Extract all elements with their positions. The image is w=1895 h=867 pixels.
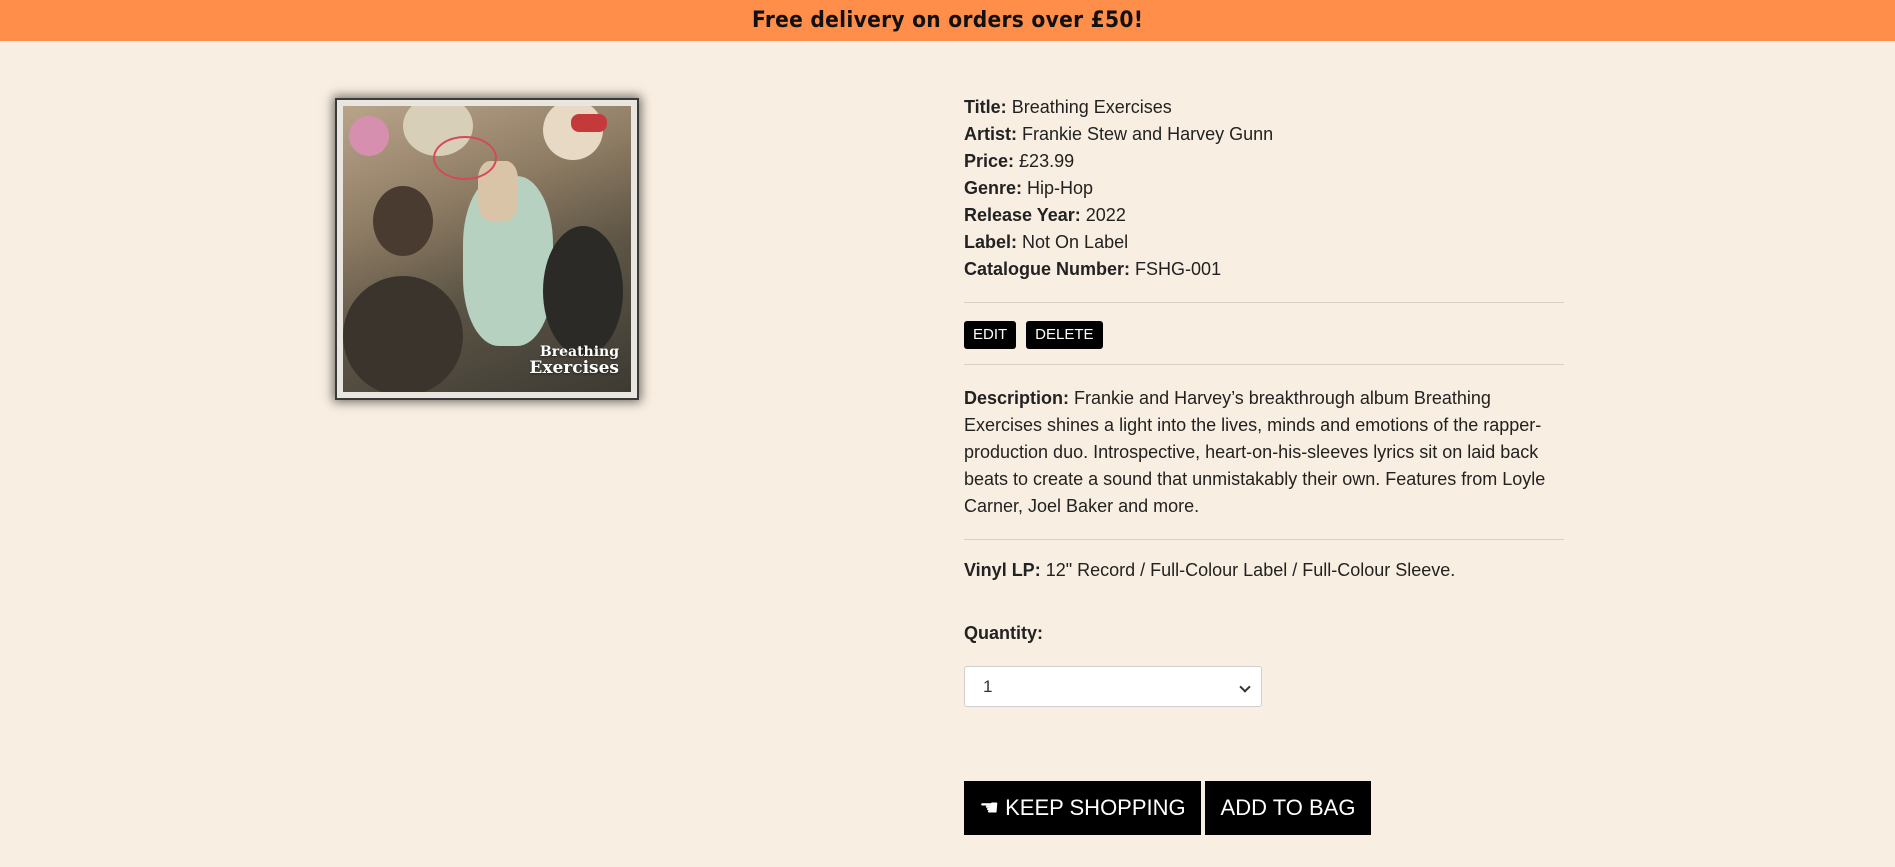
quantity-select[interactable]: 1 (964, 666, 1262, 707)
field-title-label: Title: (964, 97, 1007, 117)
field-artist-value: Frankie Stew and Harvey Gunn (1022, 124, 1274, 144)
add-to-bag-label: ADD TO BAG (1220, 795, 1356, 820)
description-label: Description: (964, 388, 1070, 408)
product-format: Vinyl LP: 12" Record / Full-Colour Label… (964, 557, 1564, 584)
field-genre-label: Genre: (964, 178, 1023, 198)
divider (964, 302, 1564, 303)
divider (964, 539, 1564, 540)
field-label-label: Label: (964, 232, 1018, 252)
field-price: Price: £23.99 (964, 148, 1564, 175)
field-artist-label: Artist: (964, 124, 1017, 144)
admin-actions: EDIT DELETE (964, 320, 1564, 349)
field-label-value: Not On Label (1022, 232, 1129, 252)
field-catalogue-number-value: FSHG-001 (1135, 259, 1222, 279)
quantity-label: Quantity: (964, 623, 1043, 643)
field-genre-value: Hip-Hop (1027, 178, 1094, 198)
quantity-select-value: 1 (983, 676, 993, 696)
field-release-year: Release Year: 2022 (964, 202, 1564, 229)
field-label: Label: Not On Label (964, 229, 1564, 256)
field-price-value: £23.99 (1019, 151, 1075, 171)
delivery-banner: Free delivery on orders over £50! (0, 0, 1895, 41)
field-catalogue-number-label: Catalogue Number: (964, 259, 1131, 279)
delivery-banner-text: Free delivery on orders over £50! (751, 8, 1144, 33)
format-label: Vinyl LP: (964, 560, 1041, 580)
pointing-hand-icon: ☚ (979, 795, 1000, 820)
album-cover-image: Breathing Exercises (337, 100, 637, 398)
keep-shopping-button[interactable]: ☚ KEEP SHOPPING (964, 781, 1201, 835)
add-to-bag-button[interactable]: ADD TO BAG (1205, 781, 1371, 835)
field-artist: Artist: Frankie Stew and Harvey Gunn (964, 121, 1564, 148)
product-description: Description: Frankie and Harvey’s breakt… (964, 385, 1564, 520)
field-price-label: Price: (964, 151, 1015, 171)
field-title-value: Breathing Exercises (1011, 97, 1172, 117)
divider (964, 364, 1564, 365)
field-title: Title: Breathing Exercises (964, 94, 1564, 121)
field-catalogue-number: Catalogue Number: FSHG-001 (964, 256, 1564, 283)
edit-button[interactable]: EDIT (964, 321, 1017, 349)
product-details: Title: Breathing Exercises Artist: Frank… (964, 94, 1564, 647)
field-release-year-value: 2022 (1085, 205, 1126, 225)
album-cover-title-line2: Exercises (529, 358, 619, 379)
album-cover-title: Breathing Exercises (529, 345, 619, 378)
field-genre: Genre: Hip-Hop (964, 175, 1564, 202)
format-value: 12" Record / Full-Colour Label / Full-Co… (1045, 560, 1456, 580)
delete-button[interactable]: DELETE (1026, 321, 1103, 349)
album-cover-artwork: Breathing Exercises (343, 106, 631, 392)
field-release-year-label: Release Year: (964, 205, 1081, 225)
keep-shopping-label: KEEP SHOPPING (1005, 795, 1186, 820)
chevron-down-icon (1239, 681, 1251, 693)
